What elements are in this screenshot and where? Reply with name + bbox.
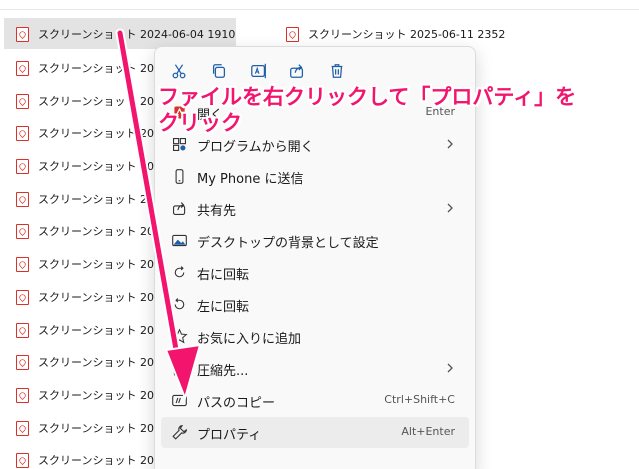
open-with-icon (169, 134, 189, 154)
file-item[interactable]: スクリーンショット 2025 (4, 346, 154, 377)
menu-item-send-to-phone[interactable]: My Phone に送信 (161, 161, 469, 192)
phone-icon (169, 166, 189, 186)
copy-button[interactable] (205, 57, 233, 85)
pdf-file-icon (4, 150, 38, 181)
menu-item-label: お気に入りに追加 (197, 332, 302, 347)
chevron-right-icon (447, 139, 453, 149)
menu-item-add-favorite[interactable]: お気に入りに追加 (161, 321, 469, 352)
cut-button[interactable] (165, 57, 193, 85)
file-item[interactable]: スクリーンショット 2025 (4, 52, 154, 83)
pdf-file-icon (4, 444, 38, 469)
pdf-file-icon (274, 18, 308, 49)
file-name: スクリーンショット 2025 (38, 355, 154, 369)
rotate-left-icon (169, 294, 189, 314)
rotate-right-icon (169, 262, 189, 282)
explorer-header-divider (0, 0, 639, 10)
pdf-file-icon (4, 281, 38, 312)
menu-item-share[interactable]: 共有先 (161, 193, 469, 224)
share-icon (169, 198, 189, 218)
file-item[interactable]: スクリーンショット 2025-06-11 235233 (274, 18, 506, 49)
file-name: スクリーンショット 2025 (38, 323, 154, 337)
file-name: スクリーンショット 2024 (38, 159, 154, 173)
file-name: スクリーンショット 2024 (38, 257, 154, 271)
path-icon (169, 390, 189, 410)
file-name: スクリーンショット 2025 (38, 61, 154, 75)
pdf-file-icon (4, 85, 38, 116)
file-item[interactable]: スクリーンショット 2025 (4, 281, 154, 312)
file-name: スクリーンショット 2023 (38, 94, 154, 108)
star-icon (169, 326, 189, 346)
file-name: スクリーンショット 2025 (38, 388, 154, 402)
share-button[interactable] (283, 57, 311, 85)
menu-item-set-wallpaper[interactable]: デスクトップの背景として設定 (161, 225, 469, 256)
menu-item-label: デスクトップの背景として設定 (197, 236, 379, 251)
file-name: スクリーンショット 2023 (38, 126, 154, 140)
menu-item-compress[interactable]: 圧縮先... (161, 353, 469, 384)
file-item[interactable]: スクリーンショット 2024 (4, 248, 154, 279)
file-item[interactable]: スクリーンショット 2023 (4, 85, 154, 116)
file-name: スクリーンショット 2025 (38, 421, 154, 435)
menu-item-label: 左に回転 (197, 300, 250, 315)
menu-item-label: パスのコピー (197, 396, 276, 411)
file-name: スクリーンショット 2024 (38, 224, 154, 238)
wrench-icon (169, 422, 189, 442)
scissors-icon (172, 64, 186, 79)
delete-button[interactable] (323, 57, 351, 85)
pdf-file-icon (4, 379, 38, 410)
file-item[interactable]: スクリーンショット 2025 (4, 444, 154, 469)
pdf-file-icon (4, 215, 38, 246)
file-item[interactable]: スクリーンショット 2023 (4, 117, 154, 148)
trash-icon (331, 64, 343, 78)
pdf-file-icon (4, 183, 38, 214)
file-item[interactable]: スクリーンショット 2024 (4, 150, 154, 181)
rename-icon (251, 63, 266, 79)
rename-button[interactable] (245, 57, 273, 85)
file-name: スクリーンショット 2025 (38, 290, 154, 304)
pdf-file-icon (4, 412, 38, 443)
menu-item-label: My Phone に送信 (197, 172, 304, 187)
file-name: スクリーンショット 2024-06-04 191001 (38, 27, 236, 41)
menu-item-label: 圧縮先... (197, 364, 249, 379)
menu-item-label: 右に回転 (197, 268, 250, 283)
wallpaper-icon (169, 230, 189, 250)
menu-item-properties[interactable]: プロパティ Alt+Enter (161, 417, 469, 448)
pdf-file-icon (4, 314, 38, 345)
pdf-file-icon (4, 18, 38, 49)
menu-item-label: プログラムから開く (197, 140, 314, 155)
file-item[interactable]: スクリーンショット 2024 (4, 183, 154, 214)
chevron-right-icon (447, 363, 453, 373)
share-icon (290, 64, 304, 78)
file-name: スクリーンショット 2025-06-11 235233 (308, 27, 506, 41)
menu-item-copy-path[interactable]: パスのコピー Ctrl+Shift+C (161, 385, 469, 416)
menu-item-label: 共有先 (197, 204, 237, 219)
file-item[interactable]: スクリーンショット 2025 (4, 412, 154, 443)
file-name: スクリーンショット 2025 (38, 453, 154, 467)
menu-item-shortcut: Ctrl+Shift+C (384, 393, 455, 406)
menu-item-label: プロパティ (197, 428, 262, 443)
pdf-file-icon (4, 248, 38, 279)
pdf-file-icon (4, 52, 38, 83)
menu-item-shortcut: Alt+Enter (401, 425, 455, 438)
file-item[interactable]: スクリーンショット 2025 (4, 379, 154, 410)
annotation-text: ファイルを右クリックして「プロパティ」を クリック (158, 84, 576, 136)
copy-icon (212, 64, 226, 78)
file-item-selected[interactable]: スクリーンショット 2024-06-04 191001 (4, 18, 236, 49)
menu-item-rotate-left[interactable]: 左に回転 (161, 289, 469, 320)
file-item[interactable]: スクリーンショット 2025 (4, 314, 154, 345)
annotation-line-1: ファイルを右クリックして「プロパティ」を (158, 85, 577, 109)
pdf-file-icon (4, 117, 38, 148)
chevron-right-icon (447, 203, 453, 213)
pdf-file-icon (4, 346, 38, 377)
file-name: スクリーンショット 2024 (38, 192, 154, 206)
annotation-line-2: クリック (158, 111, 242, 135)
zip-icon (169, 358, 189, 378)
menu-item-rotate-right[interactable]: 右に回転 (161, 257, 469, 288)
file-item[interactable]: スクリーンショット 2024 (4, 215, 154, 246)
